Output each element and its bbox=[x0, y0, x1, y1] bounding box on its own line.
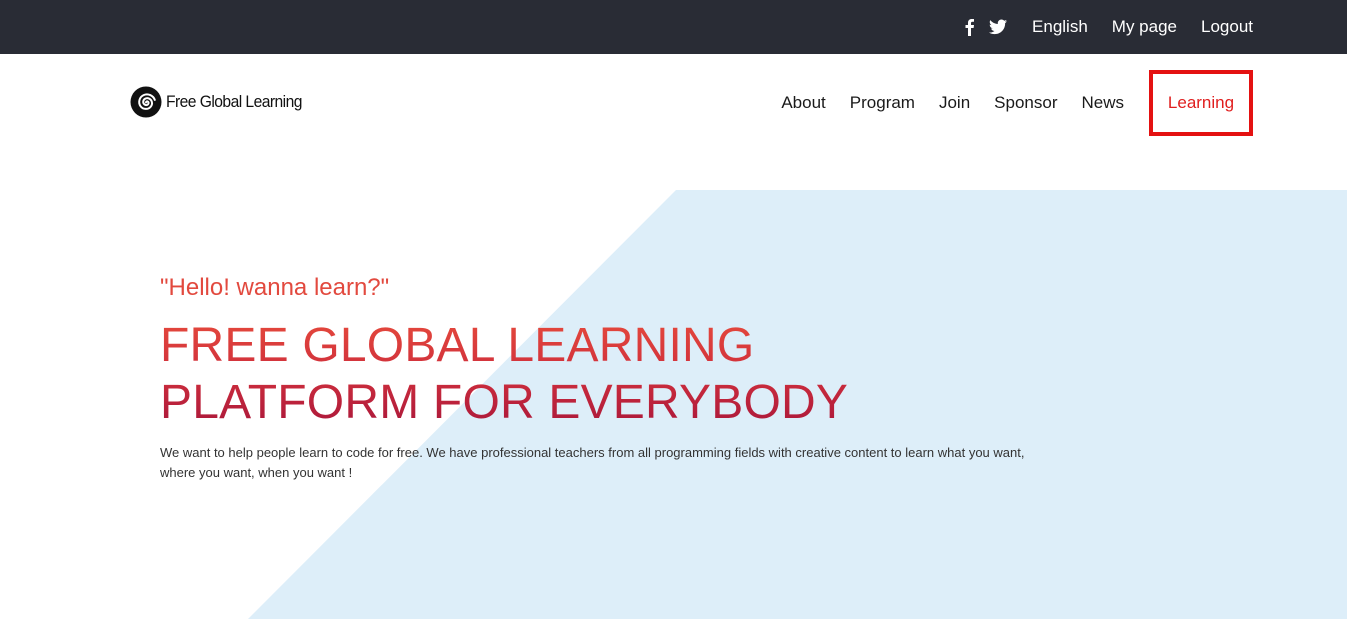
language-link[interactable]: English bbox=[1032, 17, 1088, 37]
hero-headline: FREE GLOBAL LEARNING PLATFORM FOR EVERYB… bbox=[160, 317, 1040, 431]
hero-tagline: "Hello! wanna learn?" bbox=[160, 274, 390, 301]
facebook-icon[interactable] bbox=[959, 17, 979, 37]
logo-text: Free Global Learning bbox=[166, 92, 302, 111]
site-logo[interactable]: Free Global Learning bbox=[130, 86, 314, 118]
hero-description: We want to help people learn to code for… bbox=[160, 445, 1025, 480]
hero-section: "Hello! wanna learn?" FREE GLOBAL LEARNI… bbox=[0, 150, 1347, 619]
nav-learning[interactable]: Learning bbox=[1149, 70, 1253, 136]
main-navbar: Free Global Learning About Program Join … bbox=[0, 54, 1347, 150]
main-menu: About Program Join Sponsor News Learning bbox=[781, 70, 1347, 136]
hero-content: "Hello! wanna learn?" FREE GLOBAL LEARNI… bbox=[160, 274, 1040, 483]
nav-join[interactable]: Join bbox=[939, 93, 970, 113]
nav-program[interactable]: Program bbox=[850, 93, 915, 113]
headline-line-2: PLATFORM FOR EVERYBODY bbox=[160, 376, 849, 429]
nav-about[interactable]: About bbox=[781, 93, 825, 113]
nav-sponsor[interactable]: Sponsor bbox=[994, 93, 1057, 113]
spiral-logo-icon bbox=[130, 86, 162, 118]
top-links: English My page Logout bbox=[959, 0, 1253, 54]
top-bar: English My page Logout bbox=[0, 0, 1347, 54]
my-page-link[interactable]: My page bbox=[1112, 17, 1177, 37]
nav-news[interactable]: News bbox=[1081, 93, 1124, 113]
headline-line-1: FREE GLOBAL LEARNING bbox=[160, 319, 755, 372]
logout-link[interactable]: Logout bbox=[1201, 17, 1253, 37]
twitter-icon[interactable] bbox=[988, 17, 1008, 37]
